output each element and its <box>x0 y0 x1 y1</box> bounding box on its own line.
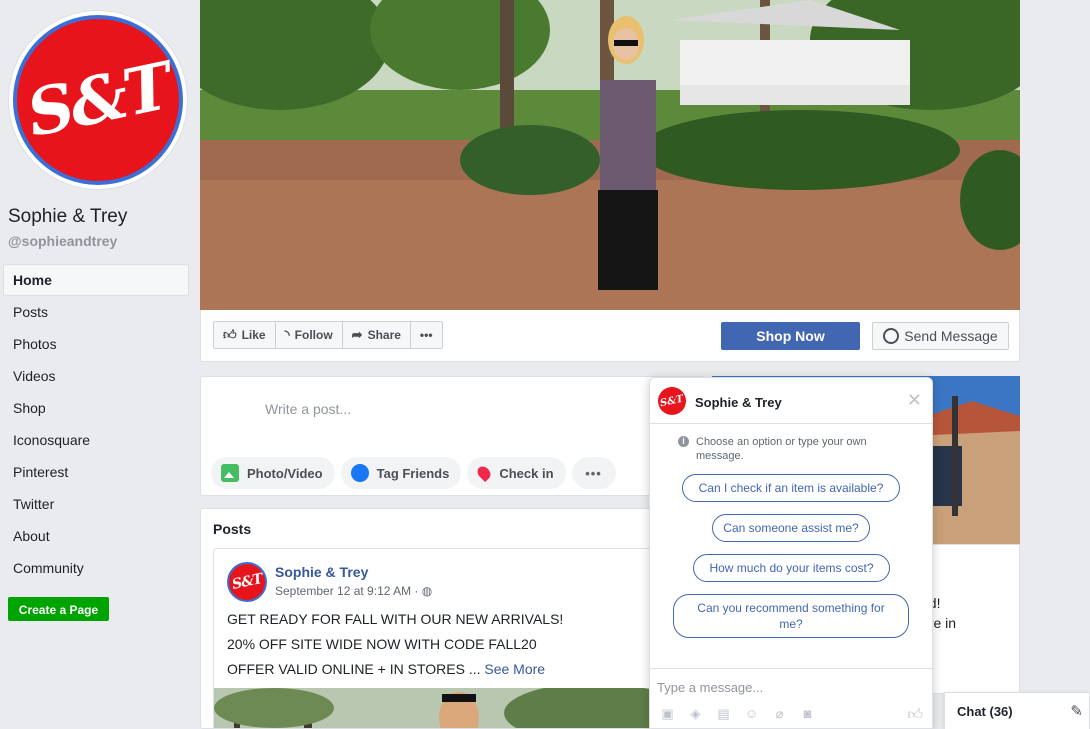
nav-item-about[interactable]: About <box>3 520 189 552</box>
shop-now-button[interactable]: Shop Now <box>721 322 860 350</box>
nav-item-home[interactable]: Home <box>3 264 189 296</box>
tag-people-icon <box>350 464 369 482</box>
post-timestamp-text: September 12 at 9:12 AM · <box>275 584 422 598</box>
post-text-line-1: GET READY FOR FALL WITH OUR NEW ARRIVALS… <box>227 611 564 627</box>
cover-photo[interactable] <box>200 0 1020 310</box>
logo-text: S&T <box>20 48 176 152</box>
image-icon[interactable]: ▣ <box>659 706 676 721</box>
nav-item-photos[interactable]: Photos <box>3 328 189 360</box>
like-label: Like <box>241 328 266 342</box>
posts-section: Posts S&T Sophie & Trey September 12 at … <box>200 508 706 729</box>
check-in-button[interactable]: Check in <box>467 457 566 489</box>
messenger-icon <box>883 328 900 344</box>
quick-reply-cost[interactable]: How much do your items cost? <box>693 554 890 582</box>
chat-composer: Type a message... ▣ ◈ ▤ ☺ ⌀ ◙ 👍︎ <box>650 668 932 729</box>
post-composer: Write a post... Photo/Video Tag Friends … <box>200 376 706 496</box>
gif-icon[interactable]: ▤ <box>715 706 732 721</box>
chat-count-label: Chat (36) <box>957 704 1013 719</box>
composer-more-button[interactable]: ••• <box>571 457 616 489</box>
composer-actions: Photo/Video Tag Friends Check in ••• <box>211 457 616 489</box>
page-title[interactable]: Sophie & Trey <box>8 206 127 228</box>
quick-reply-assist[interactable]: Can someone assist me? <box>712 514 870 542</box>
more-actions-label: ••• <box>419 328 433 342</box>
chat-sidebar-tab[interactable]: Chat (36) ✎ <box>944 692 1090 729</box>
chat-info-text: Choose an option or type your own messag… <box>696 436 867 462</box>
quick-reply-availability[interactable]: Can I check if an item is available? <box>682 474 900 502</box>
photo-icon <box>221 464 239 482</box>
post-author-avatar[interactable]: S&T <box>227 562 267 602</box>
see-more-link[interactable]: See More <box>484 661 545 677</box>
left-column: S&T Sophie & Trey @sophieandtrey Home Po… <box>0 0 200 729</box>
page-nav: Home Posts Photos Videos Shop Iconosquar… <box>3 264 189 584</box>
info-icon: i <box>678 436 689 447</box>
chat-header[interactable]: S&T Sophie & Trey ✕ <box>650 378 932 424</box>
check-in-label: Check in <box>499 465 554 481</box>
post-author-link[interactable]: Sophie & Trey <box>275 564 368 580</box>
page-action-bar: 👍︎ Like ◝ Follow ➦ Share ••• Shop Now Se… <box>200 310 1020 362</box>
nav-item-posts[interactable]: Posts <box>3 296 189 328</box>
more-actions-button[interactable]: ••• <box>411 322 442 348</box>
nav-item-shop[interactable]: Shop <box>3 392 189 424</box>
follow-button[interactable]: ◝ Follow <box>276 322 343 348</box>
share-button[interactable]: ➦ Share <box>343 322 411 348</box>
create-page-button[interactable]: Create a Page <box>8 597 109 621</box>
nav-item-iconosquare[interactable]: Iconosquare <box>3 424 189 456</box>
chat-info-message: i Choose an option or type your own mess… <box>678 435 908 463</box>
nav-item-videos[interactable]: Videos <box>3 360 189 392</box>
send-message-button[interactable]: Send Message <box>872 322 1009 350</box>
cover-photo-image <box>200 0 1020 310</box>
nav-item-twitter[interactable]: Twitter <box>3 488 189 520</box>
post-text-line-2: 20% OFF SITE WIDE NOW WITH CODE FALL20 <box>227 636 537 652</box>
tag-friends-label: Tag Friends <box>376 465 450 481</box>
post-card: S&T Sophie & Trey September 12 at 9:12 A… <box>213 548 693 729</box>
post-image[interactable] <box>214 688 693 729</box>
share-label: Share <box>367 328 401 342</box>
page-action-buttons: 👍︎ Like ◝ Follow ➦ Share ••• <box>213 321 443 349</box>
post-text-line-3-text: OFFER VALID ONLINE + IN STORES ... <box>227 661 485 677</box>
chat-avatar: S&T <box>658 387 686 415</box>
posts-heading: Posts <box>213 521 252 537</box>
tag-friends-button[interactable]: Tag Friends <box>340 457 462 489</box>
compose-message-icon[interactable]: ✎ <box>1070 702 1083 720</box>
share-arrow-icon: ➦ <box>351 327 363 342</box>
chat-avatar-logo-text: S&T <box>659 393 685 409</box>
thumbs-up-send-icon[interactable]: 👍︎ <box>907 706 923 724</box>
emoji-icon[interactable]: ☺ <box>743 706 760 721</box>
photo-video-button[interactable]: Photo/Video <box>211 457 335 489</box>
like-button[interactable]: 👍︎ Like <box>214 322 276 348</box>
follow-label: Follow <box>294 328 333 342</box>
post-avatar-logo-text: S&T <box>230 571 264 593</box>
send-message-label: Send Message <box>904 328 998 344</box>
location-pin-icon <box>475 463 494 483</box>
camera-icon[interactable]: ◙ <box>799 706 816 721</box>
post-text-line-3: OFFER VALID ONLINE + IN STORES ... See M… <box>227 661 545 677</box>
nav-item-community[interactable]: Community <box>3 552 189 584</box>
sticker-icon[interactable]: ◈ <box>687 706 704 721</box>
post-timestamp[interactable]: September 12 at 9:12 AM · ◍ <box>275 584 432 598</box>
close-icon[interactable]: ✕ <box>907 390 922 411</box>
attachment-icon[interactable]: ⌀ <box>771 706 788 721</box>
rss-icon: ◝ <box>284 327 290 342</box>
photo-video-label: Photo/Video <box>247 465 323 481</box>
page-profile-picture[interactable]: S&T <box>8 10 188 190</box>
chat-message-input[interactable]: Type a message... <box>657 680 763 695</box>
globe-icon: ◍ <box>421 584 433 598</box>
chat-title: Sophie & Trey <box>695 395 782 410</box>
chat-tools: ▣ ◈ ▤ ☺ ⌀ ◙ <box>659 706 816 721</box>
quick-reply-recommend[interactable]: Can you recommend something for me? <box>673 594 909 638</box>
messenger-chat-window: S&T Sophie & Trey ✕ i Choose an option o… <box>649 377 933 729</box>
nav-item-pinterest[interactable]: Pinterest <box>3 456 189 488</box>
brand-logo: S&T <box>13 15 183 185</box>
page-handle[interactable]: @sophieandtrey <box>8 233 117 249</box>
thumbs-up-icon: 👍︎ <box>223 327 237 342</box>
write-post-input[interactable]: Write a post... <box>265 401 351 417</box>
